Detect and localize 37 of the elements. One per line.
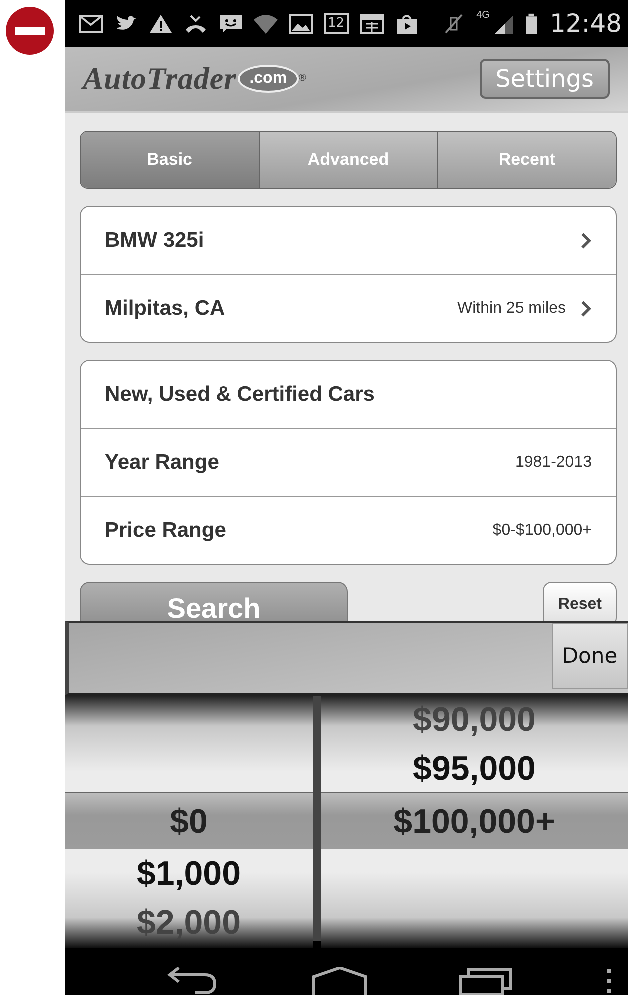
picker-option[interactable]: $2,000	[65, 899, 313, 948]
home-icon[interactable]	[312, 967, 368, 995]
row-value: Within 25 miles	[458, 300, 566, 318]
wifi-icon	[254, 14, 278, 34]
row-label[interactable]: Year Range	[105, 450, 516, 474]
row-label[interactable]: BMW 325i	[105, 228, 566, 252]
image-icon	[289, 14, 313, 34]
done-button[interactable]: Done	[552, 623, 628, 689]
calendar-day: 12	[324, 13, 349, 34]
chat-icon	[219, 14, 243, 34]
calendar-icon	[360, 14, 384, 34]
warning-icon	[149, 14, 173, 34]
row-value: $0-$100,000+	[492, 522, 592, 540]
mail-icon	[79, 14, 103, 34]
row-label[interactable]: Milpitas, CA	[105, 296, 458, 320]
chevron-icon[interactable]	[580, 300, 592, 318]
recent-apps-icon[interactable]	[459, 967, 515, 995]
picker-option[interactable]: $90,000	[321, 696, 628, 745]
missed-call-icon	[184, 14, 208, 34]
play-store-icon	[394, 14, 419, 34]
picker-option[interactable]: $100,000+	[321, 794, 628, 850]
picker-wheel[interactable]: $0 $1,000 $2,000	[65, 696, 313, 948]
menu-icon[interactable]	[606, 967, 612, 995]
logo: AutoTrader .com ®	[83, 61, 306, 97]
network-type: 4G	[476, 10, 490, 21]
row-label[interactable]: New, Used & Certified Cars	[105, 382, 592, 406]
reset-button[interactable]: Reset	[543, 582, 617, 621]
chevron-icon[interactable]	[580, 232, 592, 250]
picker-option[interactable]: $0	[65, 794, 313, 850]
clock: 12:48	[550, 9, 622, 38]
battery-icon	[526, 12, 537, 34]
row-label[interactable]: Price Range	[105, 518, 493, 542]
picker-option[interactable]: $1,000	[65, 850, 313, 899]
no-entry-icon	[5, 6, 55, 56]
picker-option[interactable]: $95,000	[321, 745, 628, 794]
row-value: 1981-2013	[515, 454, 592, 472]
picker-wheel[interactable]: $90,000 $95,000 $100,000+	[321, 696, 628, 948]
